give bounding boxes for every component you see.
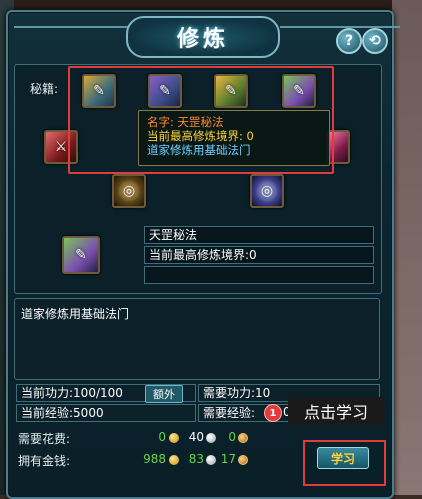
learn-button[interactable]: 学习 <box>317 447 369 469</box>
silver-coin-icon <box>206 455 216 465</box>
money-silver-value: 83 <box>188 452 204 466</box>
selected-skill-name: 天罡秘法 <box>144 226 374 244</box>
gold-coin-icon <box>169 433 179 443</box>
tooltip-name: 名字: 天罡秘法 <box>147 115 224 129</box>
guide-hint: 点击学习 <box>288 397 384 425</box>
scroll-icon: ✎ <box>293 83 305 99</box>
copper-coin-icon <box>238 433 248 443</box>
skill-slot-1[interactable]: ✎ <box>82 74 116 108</box>
skills-label: 秘籍: <box>30 82 59 96</box>
swirl-icon: ◎ <box>260 183 274 199</box>
skill-slot-2[interactable]: ✎ <box>148 74 182 108</box>
need-exp-label: 需要经验: <box>203 406 256 420</box>
scroll-icon: ✎ <box>159 83 171 99</box>
scroll-icon: ✎ <box>93 83 105 99</box>
extra-button[interactable]: 额外 <box>145 385 183 403</box>
title-plate: 修炼 <box>126 16 280 58</box>
money-copper-value: 17 <box>220 452 236 466</box>
cost-copper-value: 0 <box>228 430 236 444</box>
sword-icon: ⚔ <box>54 139 68 155</box>
tooltip-desc: 道家修炼用基础法门 <box>147 143 251 157</box>
selected-skill-realm: 当前最高修炼境界:0 <box>144 246 374 264</box>
current-exp: 当前经验:5000 <box>16 404 196 422</box>
back-arrow-icon: ⟲ <box>369 33 381 49</box>
copper-coin-icon <box>238 455 248 465</box>
title-ornament-left <box>14 26 134 38</box>
skill-slot-4[interactable]: ✎ <box>282 74 316 108</box>
question-icon: ? <box>344 33 354 49</box>
skill-slot-sword[interactable]: ⚔ <box>44 130 78 164</box>
money-gold-value: 988 <box>143 452 166 466</box>
skill-slot-blue-swirl[interactable]: ◎ <box>250 174 284 208</box>
help-button[interactable]: ? <box>336 28 362 54</box>
money-label: 拥有金钱: <box>18 454 71 468</box>
skill-tooltip: 名字: 天罡秘法 当前最高修炼境界: 0 道家修炼用基础法门 <box>138 110 330 166</box>
skill-description: 道家修炼用基础法门 <box>14 298 380 380</box>
cost-gold-value: 0 <box>158 430 166 444</box>
tooltip-realm: 当前最高修炼境界: 0 <box>147 129 254 143</box>
scroll-icon: ✎ <box>225 83 237 99</box>
selected-skill-extra <box>144 266 374 284</box>
guide-step-badge: 1 <box>264 404 282 422</box>
cost-silver-value: 40 <box>188 430 204 444</box>
silver-coin-icon <box>206 433 216 443</box>
skill-slot-3[interactable]: ✎ <box>214 74 248 108</box>
background-right <box>392 0 422 495</box>
skill-slot-gold-swirl[interactable]: ◎ <box>112 174 146 208</box>
selected-skill-icon: ✎ <box>62 236 100 274</box>
swirl-icon: ◎ <box>122 183 136 199</box>
gold-coin-icon <box>169 455 179 465</box>
back-button[interactable]: ⟲ <box>362 28 388 54</box>
window-title: 修炼 <box>176 27 229 52</box>
cost-label: 需要花费: <box>18 432 71 446</box>
scroll-icon: ✎ <box>75 247 87 263</box>
